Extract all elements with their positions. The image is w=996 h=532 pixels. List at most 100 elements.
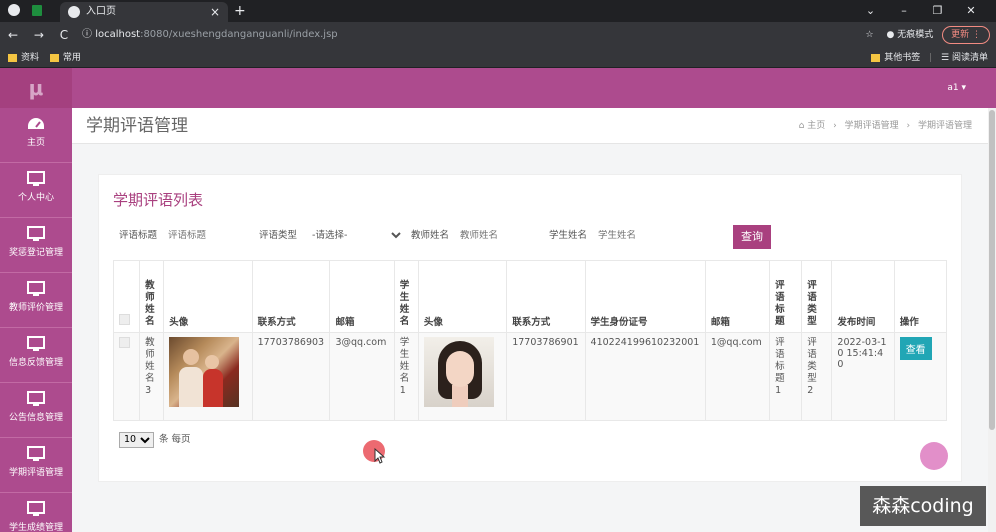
filter-comment-title: 评语标题 — [119, 225, 239, 247]
query-button[interactable]: 查询 — [733, 225, 771, 249]
folder-icon — [871, 53, 881, 62]
filter-label: 评语类型 — [259, 230, 298, 241]
sidebar-item-home[interactable]: 主页 — [0, 108, 72, 163]
sidebar-item-label: 奖惩登记管理 — [8, 248, 63, 258]
col-header: 操作 — [893, 260, 948, 333]
sidebar-item-teacher-eval[interactable]: 教师评价管理 — [0, 273, 72, 328]
breadcrumb-home[interactable]: 主页 — [807, 121, 825, 131]
breadcrumb-section[interactable]: 学期评语管理 — [845, 121, 899, 131]
student-name-input[interactable] — [598, 230, 669, 241]
forward-icon[interactable]: → — [34, 28, 44, 42]
sidebar-item-personal-center[interactable]: 个人中心 — [0, 163, 72, 218]
bookmark-label: 资料 — [21, 53, 40, 63]
col-header: 头像 — [417, 260, 508, 333]
address-bar[interactable]: ⓘ localhost:8080/xueshengdanganguanli/in… — [82, 26, 842, 44]
other-bookmarks-label: 其他书签 — [884, 53, 921, 63]
tab-search-icon[interactable]: ⌄ — [856, 0, 886, 22]
row-checkbox[interactable] — [119, 337, 130, 348]
breadcrumb-current: 学期评语管理 — [917, 121, 972, 131]
table-row: 教师姓名3 17703786903 3@qq.com 学生姓名1 1770378… — [112, 332, 948, 421]
col-header: 邮箱 — [329, 260, 395, 333]
col-header: 学生身份证号 — [584, 260, 706, 333]
browser-tab[interactable]: 入口页 × — [60, 2, 228, 22]
update-button[interactable]: 更新 ⋮ — [942, 26, 990, 44]
page-header: 学期评语管理 ⌂ 主页 › 学期评语管理 › 学期评语管理 — [72, 108, 988, 144]
watermark: 森森coding — [860, 486, 986, 526]
user-name: a1 — [947, 83, 959, 93]
filter-label: 评语标题 — [119, 230, 158, 241]
teacher-name-cell: 教师姓名3 — [139, 332, 165, 421]
sidebar-item-label: 主页 — [26, 138, 45, 148]
sidebar-item-semester-comments[interactable]: 学期评语管理 — [0, 438, 72, 493]
sidebar-item-announcements[interactable]: 公告信息管理 — [0, 383, 72, 438]
page-size-select[interactable]: 10 — [119, 431, 154, 448]
filter-bar: 评语标题 评语类型 -请选择- 教师姓名 学生姓名 查询 — [119, 225, 939, 249]
page-scrollbar[interactable] — [988, 108, 996, 532]
teacher-email: 3@qq.com — [329, 332, 395, 421]
comment-type-select[interactable]: -请选择- — [308, 229, 405, 242]
divider: | — [929, 53, 933, 63]
pagination: 10 条 每页 — [119, 431, 191, 448]
teacher-name-input[interactable] — [460, 230, 531, 241]
user-menu[interactable]: a1 ▾ — [947, 68, 966, 108]
comment-list-card: 学期评语列表 评语标题 评语类型 -请选择- 教师姓名 学生姓名 — [98, 174, 962, 482]
col-header-label: 学生姓名 — [399, 280, 410, 327]
filter-student-name: 学生姓名 — [549, 225, 669, 247]
top-navbar: μ a1 ▾ — [0, 68, 996, 108]
logo[interactable]: μ — [0, 68, 72, 108]
sidebar-item-label: 信息反馈管理 — [8, 358, 63, 368]
view-button[interactable]: 查看 — [899, 337, 932, 360]
back-icon[interactable]: ← — [8, 28, 18, 42]
col-header: 联系方式 — [506, 260, 586, 333]
reading-list[interactable]: ☰ 阅读清单 — [941, 53, 988, 63]
col-header-label: 教师姓名 — [145, 280, 155, 327]
bookmark-label: 常用 — [62, 53, 81, 63]
sidebar: 主页 个人中心 奖惩登记管理 教师评价管理 信息反馈管理 公告信息管理 学期评语… — [0, 108, 72, 532]
bookmark-folder[interactable]: 资料 — [8, 48, 39, 68]
filter-label: 教师姓名 — [411, 230, 450, 241]
info-icon: ⓘ — [82, 29, 92, 40]
sidebar-item-label: 学生成绩管理 — [8, 523, 63, 532]
sidebar-item-feedback[interactable]: 信息反馈管理 — [0, 328, 72, 383]
chrome-icon[interactable] — [8, 4, 20, 16]
breadcrumb: ⌂ 主页 › 学期评语管理 › 学期评语管理 — [799, 108, 972, 144]
comments-table: 教师姓名 头像 联系方式 邮箱 学生姓名 头像 联系方式 学生身份证号 邮箱 评… — [112, 260, 948, 421]
student-phone: 17703786901 — [506, 332, 586, 421]
col-header: 评语类型 — [801, 260, 833, 333]
sidebar-item-grades[interactable]: 学生成绩管理 — [0, 493, 72, 532]
reload-icon[interactable]: C — [60, 28, 68, 42]
monitor-icon — [27, 171, 45, 186]
breadcrumb-separator: › — [833, 121, 837, 131]
bookmarks-bar: 资料 常用 其他书签 | ☰ 阅读清单 — [0, 48, 996, 68]
folder-icon — [49, 53, 59, 62]
bookmark-star-icon[interactable]: ☆ — [866, 30, 874, 40]
sheets-icon[interactable] — [32, 5, 42, 16]
student-email: 1@qq.com — [704, 332, 771, 421]
other-bookmarks[interactable]: 其他书签 — [871, 53, 920, 63]
monitor-icon — [27, 226, 45, 241]
select-all-checkbox[interactable] — [119, 314, 130, 325]
tab-title: 入口页 — [86, 6, 116, 17]
sidebar-item-label: 公告信息管理 — [8, 413, 63, 423]
dashboard-icon — [28, 118, 44, 129]
close-window-icon[interactable]: ✕ — [956, 0, 986, 22]
url-path: :8080/xueshengdanganguanli/index.jsp — [140, 29, 338, 40]
minimize-icon[interactable]: – — [889, 0, 919, 22]
col-header: 评语标题 — [769, 260, 803, 333]
new-tab-button[interactable]: + — [234, 2, 246, 20]
scrollbar-thumb[interactable] — [989, 110, 995, 430]
teacher-name: 教师姓名3 — [145, 337, 155, 396]
teacher-avatar — [169, 337, 240, 407]
caret-down-icon: ▾ — [961, 83, 966, 93]
card-title: 学期评语列表 — [113, 191, 204, 209]
bookmark-folder[interactable]: 常用 — [49, 48, 81, 68]
page-size-label: 条 每页 — [159, 434, 191, 445]
restore-icon[interactable]: ❐ — [923, 0, 953, 22]
student-avatar — [423, 337, 494, 407]
sidebar-item-rewards[interactable]: 奖惩登记管理 — [0, 218, 72, 273]
url-host: localhost — [95, 29, 141, 40]
close-tab-icon[interactable]: × — [210, 2, 220, 22]
comment-title-input[interactable] — [168, 230, 239, 241]
monitor-icon — [27, 501, 45, 516]
student-name-cell: 学生姓名1 — [393, 332, 419, 421]
